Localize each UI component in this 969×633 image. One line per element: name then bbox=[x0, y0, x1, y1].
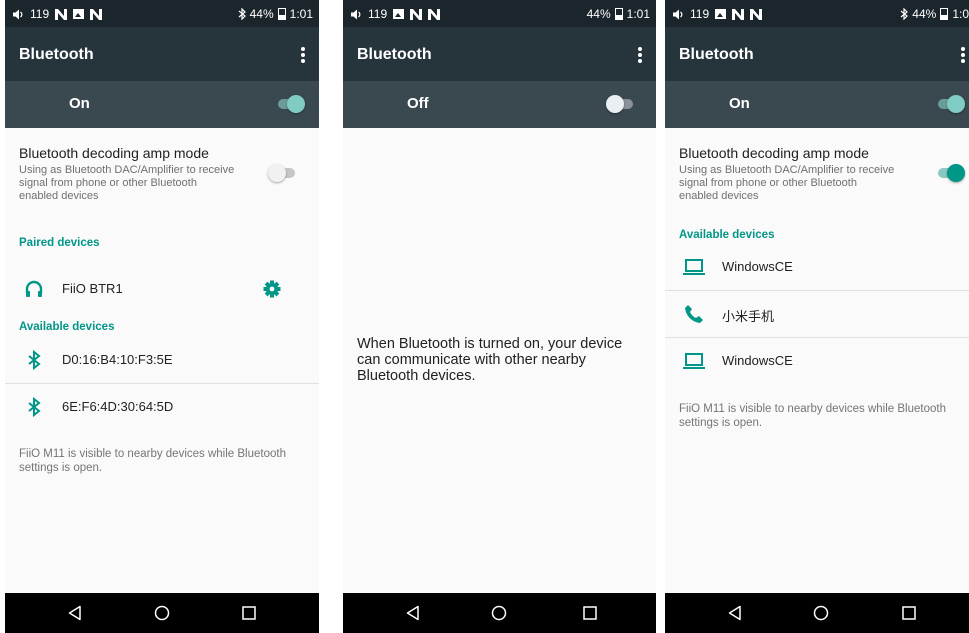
clock: 1:01 bbox=[289, 7, 313, 21]
bluetooth-icon bbox=[28, 349, 41, 371]
amp-mode-toggle[interactable] bbox=[935, 163, 965, 183]
overflow-menu-icon[interactable] bbox=[638, 47, 642, 63]
switch-state-label: Off bbox=[407, 95, 429, 112]
overflow-menu-icon[interactable] bbox=[301, 47, 305, 63]
bluetooth-icon bbox=[28, 396, 41, 418]
amp-mode-description: Using as Bluetooth DAC/Amplifier to rece… bbox=[19, 164, 235, 202]
switch-state-label: On bbox=[69, 95, 90, 112]
battery-icon bbox=[614, 8, 623, 20]
image-notification-icon bbox=[393, 9, 405, 19]
device-name: 小米手机 bbox=[722, 309, 775, 324]
clock: 1:01 bbox=[626, 7, 650, 21]
page-title: Bluetooth bbox=[679, 46, 754, 63]
bluetooth-master-switch-bar[interactable]: Off bbox=[343, 81, 656, 128]
bluetooth-off-message: When Bluetooth is turned on, your device… bbox=[357, 336, 623, 384]
available-device-item[interactable]: WindowsCE bbox=[665, 338, 969, 384]
device-name: 6E:F6:4D:30:64:5D bbox=[62, 399, 174, 414]
volume-level: 119 bbox=[690, 7, 710, 21]
bluetooth-master-switch-bar[interactable]: On bbox=[665, 81, 969, 128]
gear-icon[interactable] bbox=[262, 279, 282, 299]
available-device-item[interactable]: 6E:F6:4D:30:64:5D bbox=[5, 384, 319, 430]
phone-icon bbox=[685, 305, 703, 323]
image-notification-icon bbox=[715, 9, 727, 19]
device-name: WindowsCE bbox=[722, 353, 793, 368]
amp-mode-toggle[interactable] bbox=[268, 163, 298, 183]
volume-icon bbox=[673, 9, 683, 19]
headphones-icon bbox=[25, 280, 43, 297]
laptop-icon bbox=[683, 353, 705, 369]
n-notification-icon bbox=[428, 8, 441, 20]
screen-bluetooth-on: 119 44% 1:01 Bluetooth On Bluetooth deco… bbox=[5, 0, 319, 633]
battery-icon bbox=[277, 8, 286, 20]
back-icon[interactable] bbox=[405, 605, 421, 621]
page-title: Bluetooth bbox=[357, 46, 432, 63]
volume-level: 119 bbox=[368, 7, 388, 21]
back-icon[interactable] bbox=[727, 605, 743, 621]
navigation-bar bbox=[5, 593, 319, 633]
visibility-note: FiiO M11 is visible to nearby devices wh… bbox=[19, 448, 286, 474]
battery-icon bbox=[940, 8, 949, 20]
home-icon[interactable] bbox=[491, 605, 507, 621]
n-notification-icon bbox=[750, 8, 763, 20]
amp-mode-title: Bluetooth decoding amp mode bbox=[19, 145, 209, 161]
clock: 1:0 bbox=[952, 7, 969, 21]
available-devices-header: Available devices bbox=[679, 229, 775, 241]
recents-icon[interactable] bbox=[582, 605, 598, 621]
bluetooth-icon bbox=[238, 8, 246, 20]
app-bar: Bluetooth bbox=[5, 27, 319, 81]
bluetooth-toggle[interactable] bbox=[275, 94, 305, 114]
switch-state-label: On bbox=[729, 95, 750, 112]
volume-icon bbox=[13, 9, 23, 19]
amp-mode-description: Using as Bluetooth DAC/Amplifier to rece… bbox=[679, 164, 895, 202]
device-name: FiiO BTR1 bbox=[62, 281, 123, 296]
home-icon[interactable] bbox=[154, 605, 170, 621]
available-device-item[interactable]: WindowsCE bbox=[665, 244, 969, 290]
n-notification-icon bbox=[410, 8, 423, 20]
device-name: D0:16:B4:10:F3:5E bbox=[62, 352, 173, 367]
bluetooth-master-switch-bar[interactable]: On bbox=[5, 81, 319, 128]
battery-percent: 44% bbox=[586, 7, 611, 21]
n-notification-icon bbox=[732, 8, 745, 20]
device-name: WindowsCE bbox=[722, 259, 793, 274]
image-notification-icon bbox=[73, 9, 85, 19]
available-devices-header: Available devices bbox=[19, 321, 115, 333]
battery-percent: 44% bbox=[249, 7, 274, 21]
back-icon[interactable] bbox=[67, 605, 83, 621]
app-bar: Bluetooth bbox=[343, 27, 656, 81]
battery-percent: 44% bbox=[912, 7, 937, 21]
n-notification-icon bbox=[90, 8, 103, 20]
page-title: Bluetooth bbox=[19, 46, 94, 63]
laptop-icon bbox=[683, 259, 705, 275]
volume-icon bbox=[351, 9, 361, 19]
n-notification-icon bbox=[55, 8, 68, 20]
bluetooth-toggle[interactable] bbox=[935, 94, 965, 114]
navigation-bar bbox=[665, 593, 969, 633]
recents-icon[interactable] bbox=[241, 605, 257, 621]
paired-devices-header: Paired devices bbox=[19, 237, 100, 249]
home-icon[interactable] bbox=[813, 605, 829, 621]
available-device-item[interactable]: D0:16:B4:10:F3:5E bbox=[5, 337, 319, 383]
status-bar: 119 44% 1:0 bbox=[665, 0, 969, 27]
overflow-menu-icon[interactable] bbox=[961, 47, 965, 63]
bluetooth-icon bbox=[900, 8, 909, 20]
volume-level: 119 bbox=[30, 7, 50, 21]
paired-device-item[interactable]: FiiO BTR1 bbox=[5, 266, 319, 312]
available-device-item[interactable]: 小米手机 bbox=[665, 291, 969, 337]
screen-bluetooth-off: 119 44% 1:01 Bluetooth Off When Bluetoot… bbox=[343, 0, 656, 633]
app-bar: Bluetooth bbox=[665, 27, 969, 81]
status-bar: 119 44% 1:01 bbox=[343, 0, 656, 27]
amp-mode-title: Bluetooth decoding amp mode bbox=[679, 145, 869, 161]
screen-bluetooth-amp-mode: 119 44% 1:0 Bluetooth On Bluetooth decod… bbox=[665, 0, 969, 633]
recents-icon[interactable] bbox=[901, 605, 917, 621]
status-bar: 119 44% 1:01 bbox=[5, 0, 319, 27]
navigation-bar bbox=[343, 593, 656, 633]
visibility-note: FiiO M11 is visible to nearby devices wh… bbox=[679, 403, 946, 429]
bluetooth-toggle[interactable] bbox=[606, 94, 636, 114]
